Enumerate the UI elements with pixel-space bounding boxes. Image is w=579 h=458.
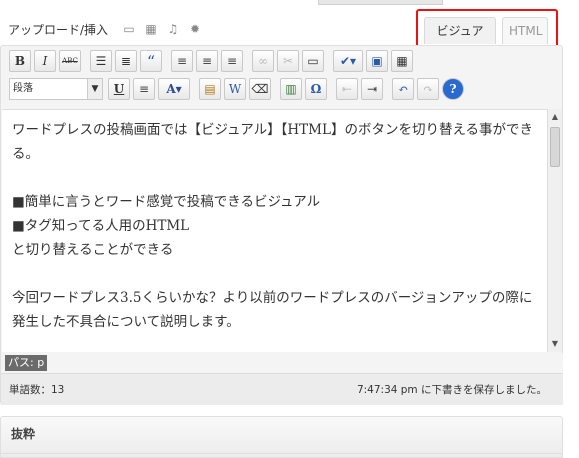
italic-button[interactable]: I — [34, 50, 56, 72]
excerpt-title[interactable]: 抜粋 — [11, 425, 35, 442]
scroll-thumb[interactable] — [550, 127, 560, 167]
paste-text-button[interactable]: ▤ — [199, 78, 221, 100]
kitchen-sink-button[interactable]: ▦ — [391, 50, 413, 72]
upload-icons: ▭ ▦ ♫ ✹ — [122, 22, 202, 36]
music-icon[interactable]: ♫ — [166, 22, 180, 36]
status-bar: 単語数：13 7:47:34 pm に下書きを保存しました。 — [1, 373, 563, 405]
editor-tabs: ビジュアル HTML — [424, 17, 548, 65]
insert-media-button[interactable]: ▥ — [280, 78, 302, 100]
content-line: と切り替えることができる — [12, 242, 174, 258]
autosave-status: 7:47:34 pm に下書きを保存しました。 — [356, 384, 547, 396]
bullet-list-button[interactable]: ☰ — [90, 50, 112, 72]
align-left-button[interactable]: ≡ — [171, 50, 193, 72]
text-color-button[interactable]: A▾ — [158, 78, 190, 100]
clear-formatting-button[interactable]: ⌫ — [249, 78, 271, 100]
tab-html[interactable]: HTML — [502, 17, 548, 44]
outdent-button[interactable]: ⇤ — [336, 78, 358, 100]
excerpt-box: 抜粋 — [0, 416, 563, 458]
content-line: ■タグ知ってる人用のHTML — [12, 218, 190, 234]
content-line: ワードプレスの投稿画面では【ビジュアル】【HTML】のボタンを切り替える事ができ… — [12, 122, 534, 162]
indent-button[interactable]: ⇥ — [361, 78, 383, 100]
undo-button[interactable]: ↶ — [392, 78, 414, 100]
unlink-button[interactable]: ✂ — [277, 50, 299, 72]
toolbar-row-1: B I ABC ☰ ≣ “ ≡ ≡ ≡ ∞ ✂ ▭ ✔▾ ▣ ▦ — [9, 50, 416, 72]
paste-word-button[interactable]: W — [224, 78, 246, 100]
bold-button[interactable]: B — [9, 50, 31, 72]
top-strip — [318, 0, 443, 5]
spellcheck-button[interactable]: ✔▾ — [333, 50, 363, 72]
scroll-down-icon[interactable]: ▼ — [549, 338, 561, 350]
format-select[interactable]: 段落 ▼ — [9, 78, 103, 100]
upload-insert-label: アップロード/挿入 — [8, 23, 109, 37]
help-button[interactable]: ? — [442, 78, 464, 100]
path-bar: パス: p — [1, 353, 563, 373]
align-center-button[interactable]: ≡ — [196, 50, 218, 72]
toolbar-row-2: 段落 ▼ U ≡ A▾ ▤ W ⌫ ▥ Ω ⇤ ⇥ ↶ ↷ ? — [9, 78, 467, 100]
more-tag-button[interactable]: ▭ — [302, 50, 324, 72]
fullscreen-button[interactable]: ▣ — [366, 50, 388, 72]
editor-scrollbar[interactable]: ▲ ▼ — [547, 109, 562, 352]
blockquote-button[interactable]: “ — [140, 50, 162, 72]
image-icon[interactable]: ▭ — [122, 22, 136, 36]
editor: B I ABC ☰ ≣ “ ≡ ≡ ≡ ∞ ✂ ▭ ✔▾ ▣ ▦ 段落 ▼ U … — [0, 45, 563, 405]
excerpt-divider — [1, 453, 562, 454]
format-select-value: 段落 — [13, 83, 33, 94]
link-button[interactable]: ∞ — [252, 50, 274, 72]
underline-button[interactable]: U — [108, 78, 130, 100]
justify-button[interactable]: ≡ — [133, 78, 155, 100]
word-count: 単語数：13 — [9, 384, 65, 396]
video-icon[interactable]: ▦ — [144, 22, 158, 36]
media-icon[interactable]: ✹ — [188, 22, 202, 36]
strikethrough-button[interactable]: ABC — [59, 50, 81, 72]
numbered-list-button[interactable]: ≣ — [115, 50, 137, 72]
special-char-button[interactable]: Ω — [305, 78, 327, 100]
align-right-button[interactable]: ≡ — [221, 50, 243, 72]
content-line: ■簡単に言うとワード感覚で投稿できるビジュアル — [12, 194, 321, 210]
content-line: 今回ワードプレス3.5くらいかな？より以前のワードプレスのバージョンアップの際に… — [12, 290, 533, 330]
chevron-down-icon: ▼ — [87, 79, 102, 99]
tab-visual[interactable]: ビジュアル — [424, 17, 496, 65]
element-path[interactable]: パス: p — [5, 355, 48, 371]
scroll-up-icon[interactable]: ▲ — [549, 111, 561, 123]
editor-content[interactable]: ワードプレスの投稿画面では【ビジュアル】【HTML】のボタンを切り替える事ができ… — [2, 109, 547, 352]
redo-button[interactable]: ↷ — [417, 78, 439, 100]
